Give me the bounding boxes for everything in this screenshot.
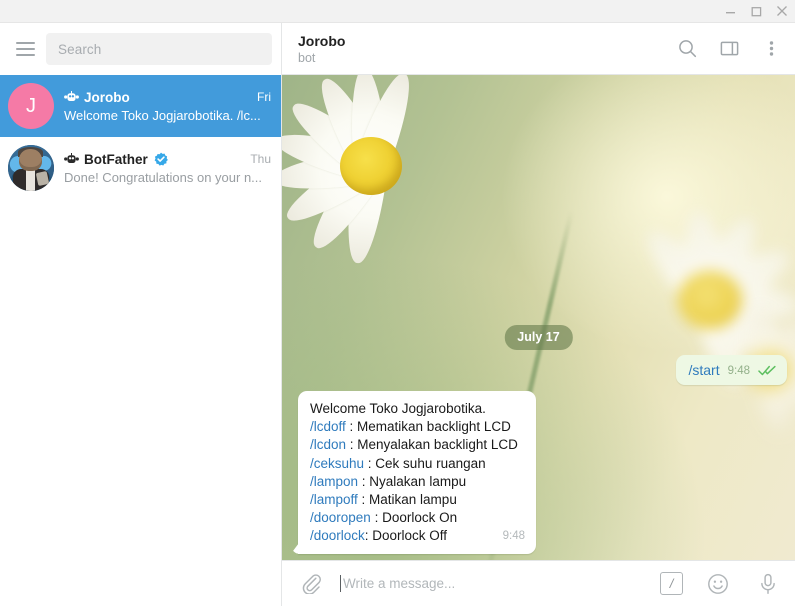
- chat-item-name: BotFather: [84, 151, 148, 167]
- message-text: : Cek suhu ruangan: [364, 455, 486, 471]
- close-icon[interactable]: [769, 1, 795, 22]
- telegram-window: Search J Jorobo Fri Welcome Toko Jogjaro…: [0, 0, 795, 606]
- bot-commands-slash-icon[interactable]: /: [660, 572, 683, 595]
- message-text: : Doorlock Off: [364, 528, 448, 544]
- bot-command-link[interactable]: /lcdoff: [310, 419, 346, 434]
- bot-command-link[interactable]: /lcdon: [310, 437, 346, 452]
- search-input[interactable]: Search: [46, 33, 272, 65]
- bot-command-link[interactable]: /doorlock: [310, 527, 365, 545]
- sidebar-searchbar: Search: [0, 23, 281, 75]
- chat-item-top-row: Jorobo Fri: [64, 90, 271, 105]
- chat-header-text: Jorobo bot: [298, 33, 345, 65]
- info-panel-icon[interactable]: [713, 33, 745, 65]
- chat-pane: Jorobo bot July 17 /start 9:48 Welcome T…: [282, 23, 795, 606]
- emoji-smiley-icon[interactable]: [703, 569, 733, 599]
- search-placeholder: Search: [58, 41, 102, 57]
- message-text: : Matikan lampu: [357, 492, 457, 508]
- message-text: : Mematikan backlight LCD: [345, 419, 511, 435]
- message-area[interactable]: July 17 /start 9:48 Welcome Toko Jogjaro…: [282, 75, 795, 560]
- bot-command-link[interactable]: /lampoff: [310, 492, 358, 507]
- attach-paperclip-icon[interactable]: [296, 569, 326, 599]
- chat-list-item-jorobo[interactable]: J Jorobo Fri Welcome Toko Jogjarobotika.…: [0, 75, 281, 137]
- chat-item-date: Thu: [250, 152, 271, 166]
- minimize-icon[interactable]: [717, 1, 743, 22]
- message-line: Welcome Toko Jogjarobotika.: [310, 400, 525, 418]
- message-text: : Menyalakan backlight LCD: [346, 437, 518, 453]
- composer-actions: /: [650, 569, 783, 599]
- maximize-icon[interactable]: [743, 1, 769, 22]
- message-line: /lampon : Nyalakan lampu: [310, 473, 525, 491]
- message-input-placeholder: Write a message...: [343, 576, 456, 591]
- message-text: : Doorlock On: [370, 510, 458, 526]
- message-line: /dooropen : Doorlock On: [310, 509, 525, 527]
- message-time: 9:48: [727, 365, 750, 377]
- search-icon[interactable]: [671, 33, 703, 65]
- message-line: /lcdon : Menyalakan backlight LCD: [310, 436, 525, 454]
- more-menu-icon[interactable]: [755, 33, 787, 65]
- avatar-initial: J: [26, 94, 36, 117]
- message-bubble-incoming[interactable]: Welcome Toko Jogjarobotika. /lcdoff : Me…: [298, 391, 536, 554]
- message-line: /ceksuhu : Cek suhu ruangan: [310, 455, 525, 473]
- chat-list: J Jorobo Fri Welcome Toko Jogjarobotika.…: [0, 75, 281, 606]
- microphone-icon[interactable]: [753, 569, 783, 599]
- sidebar: Search J Jorobo Fri Welcome Toko Jogjaro…: [0, 23, 282, 606]
- bot-icon: [64, 91, 79, 103]
- message-bubble-outgoing[interactable]: /start 9:48: [676, 355, 787, 385]
- chat-header-actions: [671, 33, 787, 65]
- chat-list-item-botfather[interactable]: BotFather Thu Done! Congratulations on y…: [0, 137, 281, 199]
- message-time: 9:48: [502, 530, 525, 543]
- message-line: /lcdoff : Mematikan backlight LCD: [310, 418, 525, 436]
- chat-item-top-row: BotFather Thu: [64, 152, 271, 167]
- message-text: /start: [688, 362, 720, 378]
- message-input[interactable]: Write a message...: [326, 575, 650, 592]
- hamburger-menu-icon[interactable]: [8, 32, 42, 66]
- bot-command-link[interactable]: /lampon: [310, 474, 358, 489]
- chat-item-content: BotFather Thu Done! Congratulations on y…: [64, 152, 271, 185]
- message-text: Welcome Toko Jogjarobotika.: [310, 401, 486, 416]
- message-line: /lampoff : Matikan lampu: [310, 491, 525, 509]
- message-list: July 17 /start 9:48 Welcome Toko Jogjaro…: [282, 75, 795, 560]
- message-text: : Nyalakan lampu: [358, 473, 467, 489]
- window-body: Search J Jorobo Fri Welcome Toko Jogjaro…: [0, 23, 795, 606]
- chat-item-preview: Welcome Toko Jogjarobotika. /lc...: [64, 107, 261, 123]
- date-separator-badge: July 17: [504, 325, 573, 350]
- message-composer: Write a message... /: [282, 560, 795, 606]
- message-line: /doorlock : Doorlock Off 9:48: [310, 527, 525, 545]
- read-receipt-double-check-icon: [758, 365, 777, 378]
- chat-item-date: Fri: [257, 90, 271, 104]
- chat-header: Jorobo bot: [282, 23, 795, 75]
- chat-item-name: Jorobo: [84, 89, 130, 105]
- chat-item-preview: Done! Congratulations on your n...: [64, 169, 263, 185]
- page-title: Jorobo: [298, 32, 346, 49]
- text-caret: [340, 575, 341, 592]
- chat-item-content: Jorobo Fri Welcome Toko Jogjarobotika. /…: [64, 90, 271, 123]
- bot-command-link[interactable]: /ceksuhu: [310, 456, 364, 471]
- avatar: [8, 145, 54, 191]
- bot-icon: [64, 153, 79, 165]
- chat-header-subtitle: bot: [298, 50, 316, 65]
- verified-badge-icon: [154, 152, 168, 166]
- slash-glyph: /: [669, 576, 674, 591]
- avatar: J: [8, 83, 54, 129]
- window-titlebar: [0, 0, 795, 23]
- bot-command-link[interactable]: /dooropen: [310, 510, 371, 525]
